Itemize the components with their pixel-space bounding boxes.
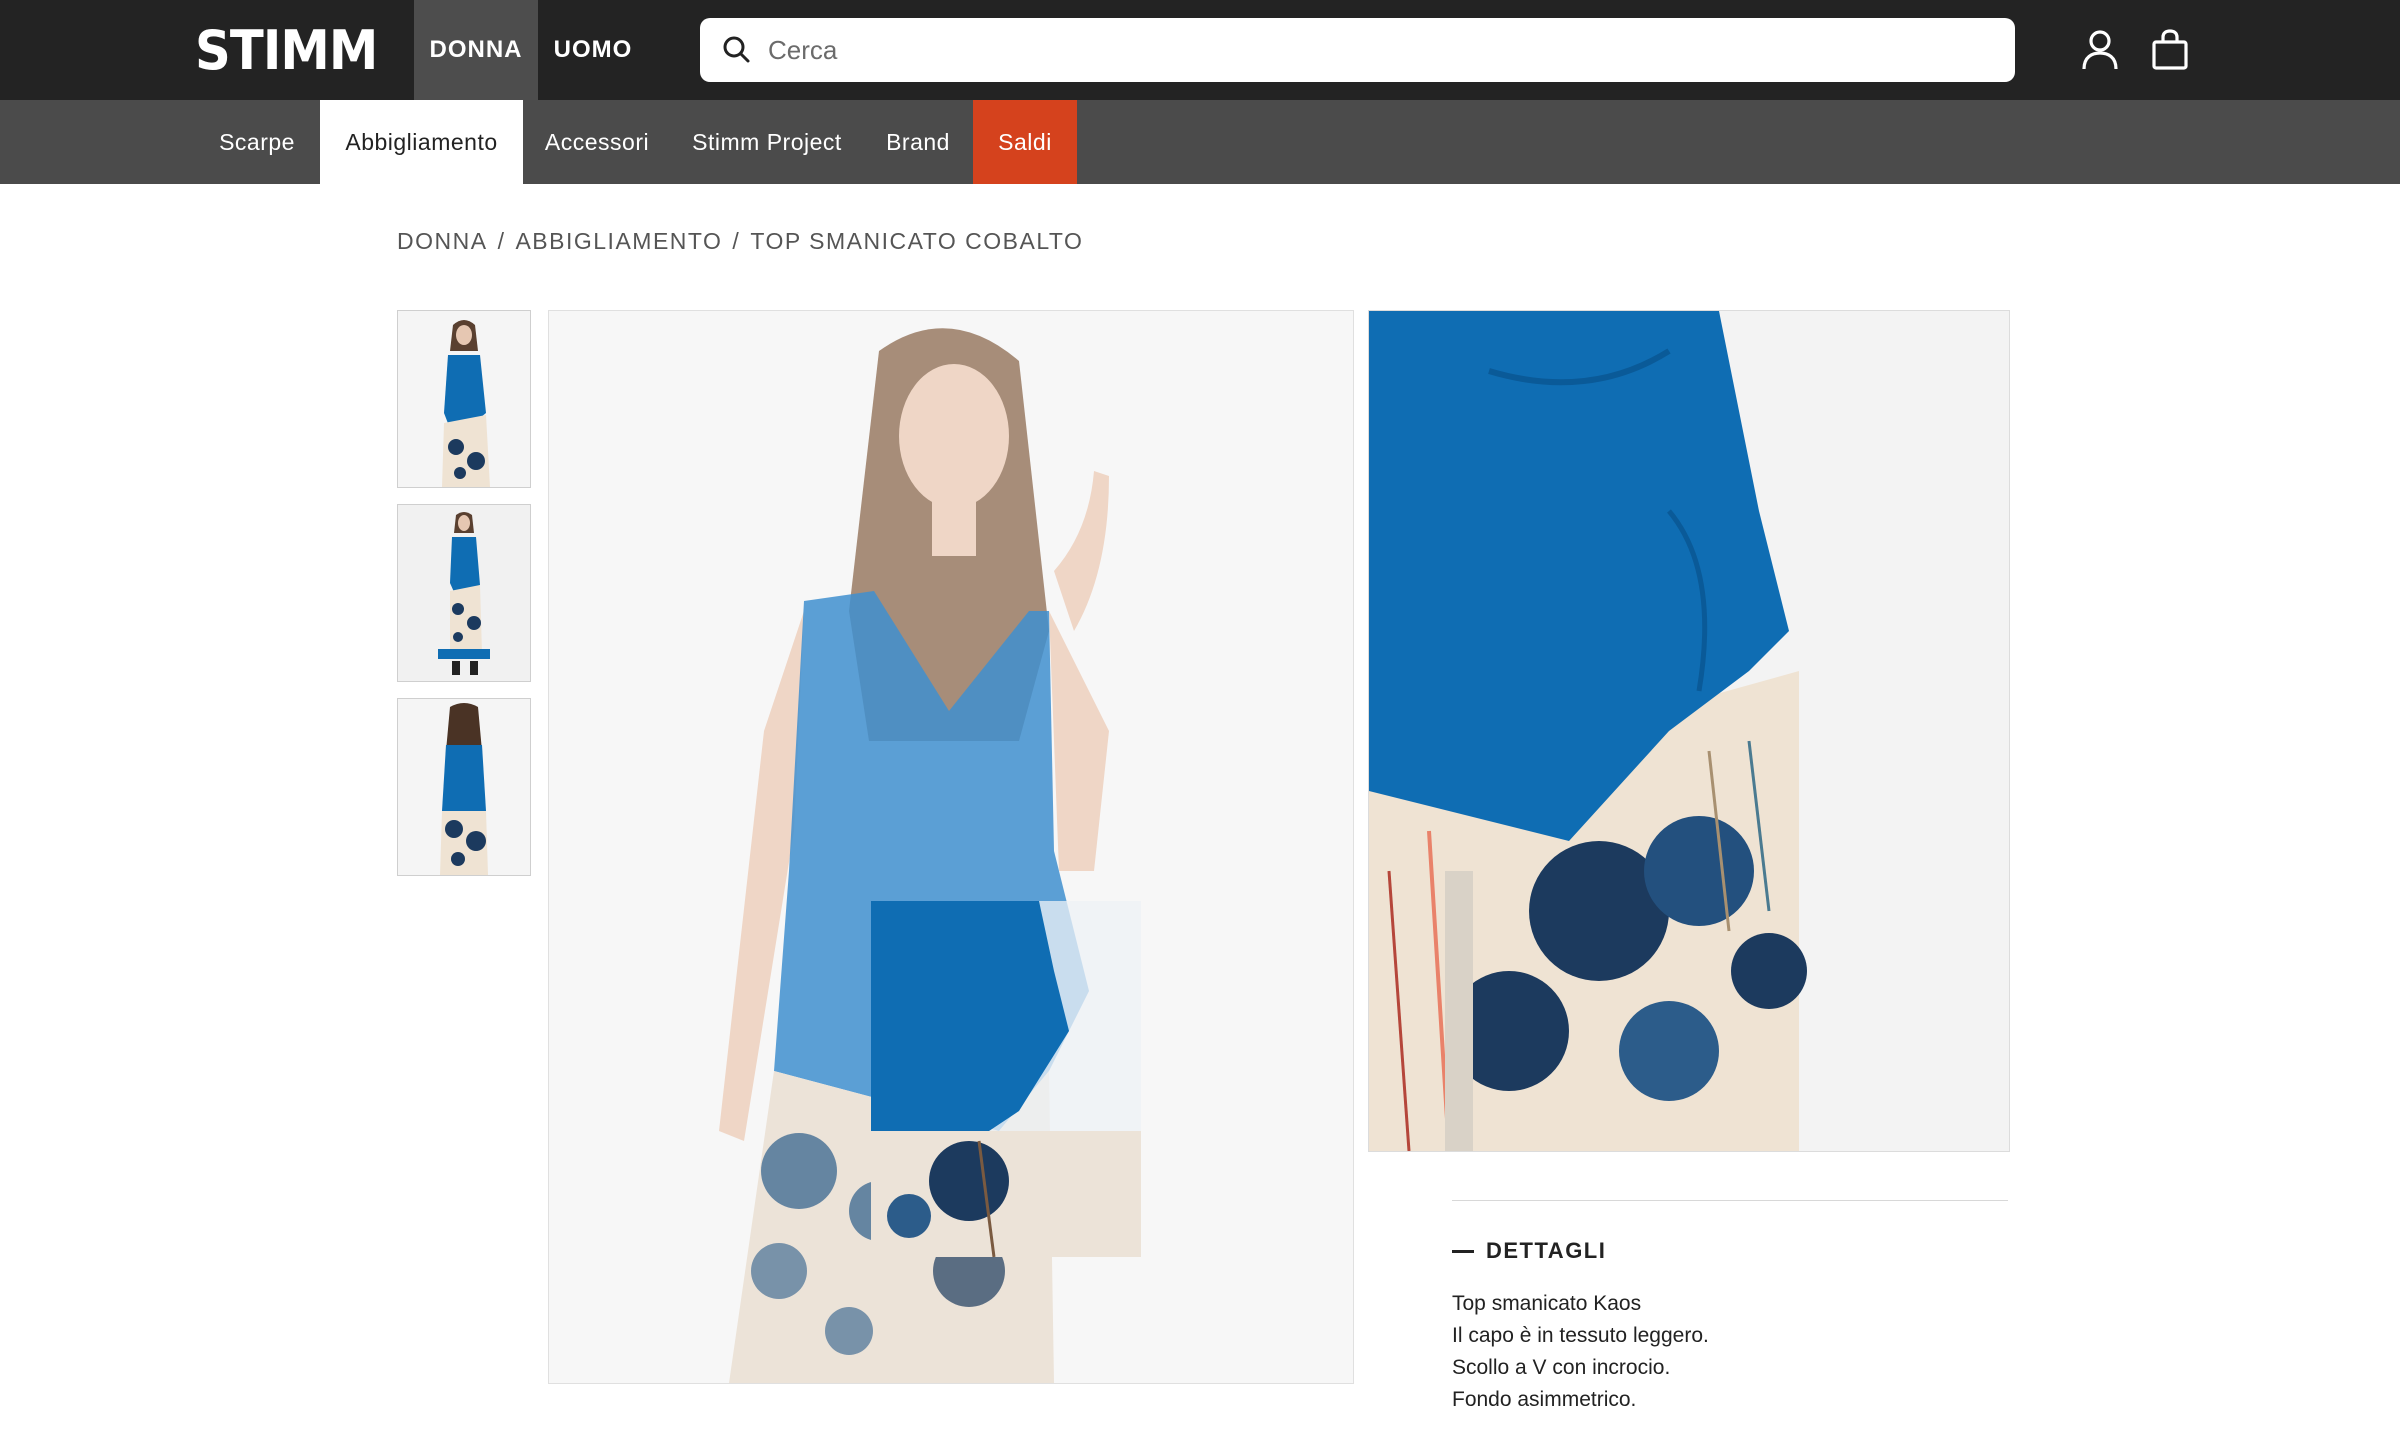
category-label: Scarpe <box>219 128 295 155</box>
gender-tab-label: DONNA <box>429 36 523 63</box>
gender-tab-label: UOMO <box>553 36 633 63</box>
stimm-logo[interactable]: STIMM <box>195 19 378 82</box>
search-bar <box>700 18 2015 82</box>
breadcrumb: DONNA / ABBIGLIAMENTO / TOP SMANICATO CO… <box>397 228 1083 255</box>
shopping-bag-icon <box>2152 29 2188 70</box>
search-icon <box>723 36 750 63</box>
product-thumbnail-image <box>398 699 530 875</box>
main-product-image[interactable] <box>548 310 1354 1384</box>
product-thumbnail-image <box>398 505 530 681</box>
product-thumbnail-image <box>398 311 530 487</box>
category-abbigliamento[interactable]: Abbigliamento <box>320 100 523 184</box>
details-line: Il capo è in tessuto leggero. <box>1452 1324 1709 1347</box>
details-divider <box>1452 1200 2008 1201</box>
gender-tab-uomo[interactable]: UOMO <box>538 0 648 100</box>
breadcrumb-donna[interactable]: DONNA <box>397 228 488 255</box>
thumbnail-full[interactable] <box>397 504 531 682</box>
gender-tab-donna[interactable]: DONNA <box>414 0 538 100</box>
category-stimm-project[interactable]: Stimm Project <box>671 100 863 184</box>
model-photo <box>549 311 1353 1383</box>
details-description: Top smanicato Kaos Il capo è in tessuto … <box>1452 1288 1709 1416</box>
breadcrumb-current: TOP SMANICATO COBALTO <box>750 228 1084 254</box>
thumbnail-back[interactable] <box>397 698 531 876</box>
category-nav: Scarpe Abbigliamento Accessori Stimm Pro… <box>0 100 2400 184</box>
category-saldi[interactable]: Saldi <box>973 100 1077 184</box>
category-accessori[interactable]: Accessori <box>523 100 671 184</box>
top-bar: STIMM DONNA UOMO <box>0 0 2400 100</box>
breadcrumb-separator: / <box>497 228 506 254</box>
breadcrumb-abbigliamento[interactable]: ABBIGLIAMENTO <box>515 228 722 255</box>
zoom-photo <box>1369 311 2009 1151</box>
account-button[interactable] <box>2076 26 2124 74</box>
collapse-icon <box>1452 1249 1474 1253</box>
category-label: Accessori <box>544 128 650 155</box>
search-input[interactable] <box>766 33 1970 67</box>
category-label: Stimm Project <box>692 128 842 155</box>
details-line: Top smanicato Kaos <box>1452 1292 1642 1315</box>
category-label: Abbigliamento <box>345 128 498 155</box>
details-line: Fondo asimmetrico. <box>1452 1388 1637 1411</box>
details-line: Scollo a V con incrocio. <box>1452 1356 1671 1379</box>
details-toggle[interactable]: DETTAGLI <box>1452 1238 1606 1264</box>
category-scarpe[interactable]: Scarpe <box>196 100 318 184</box>
category-brand[interactable]: Brand <box>863 100 973 184</box>
category-label: Brand <box>886 128 950 155</box>
thumbnail-front[interactable] <box>397 310 531 488</box>
user-icon <box>2082 30 2118 70</box>
breadcrumb-separator: / <box>732 228 741 254</box>
zoom-product-image <box>1368 310 2010 1152</box>
details-title: DETTAGLI <box>1486 1238 1607 1263</box>
cart-button[interactable] <box>2146 26 2194 74</box>
category-label: Saldi <box>998 128 1052 155</box>
